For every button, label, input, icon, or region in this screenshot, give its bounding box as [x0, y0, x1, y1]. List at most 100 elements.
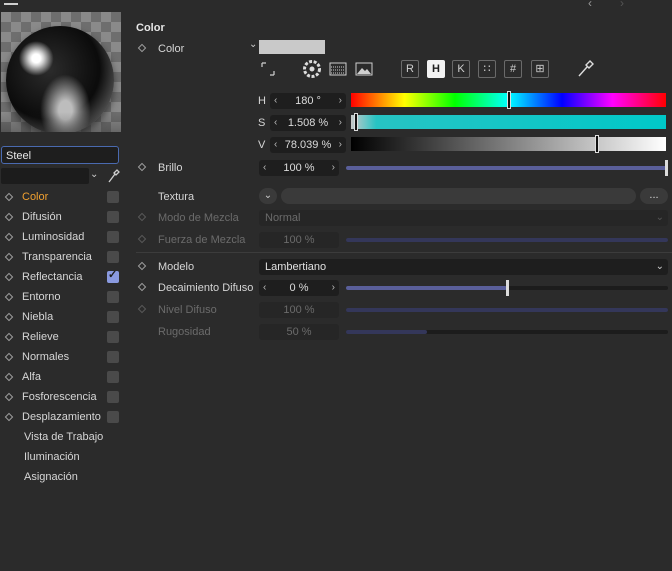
color-mode-button[interactable]: ∷ — [478, 60, 496, 78]
s-field[interactable]: ‹ 1.508 % › — [270, 115, 346, 131]
channel-label[interactable]: Relieve — [22, 327, 59, 347]
keyframe-diamond-icon[interactable] — [137, 162, 147, 172]
fuerza-mezcla-label: Fuerza de Mezcla — [158, 234, 246, 246]
channel-label[interactable]: Reflectancia — [22, 267, 83, 287]
channel-filter-dropdown[interactable] — [1, 168, 89, 184]
textura-slot[interactable] — [281, 188, 636, 204]
image-picker-icon[interactable] — [355, 60, 373, 78]
spectrum-picker-icon[interactable] — [259, 60, 277, 78]
color-expand-chevron-icon[interactable]: ⌄ — [249, 39, 257, 50]
channel-checkbox[interactable] — [107, 351, 119, 363]
eyedropper-icon[interactable] — [576, 60, 594, 78]
decaimiento-label: Decaimiento Difuso — [158, 282, 254, 294]
channel-checkbox[interactable] — [107, 191, 119, 203]
decaimiento-field[interactable]: ‹ 0 % › — [259, 280, 339, 296]
channel-label[interactable]: Entorno — [22, 287, 61, 307]
color-wheel-icon[interactable] — [303, 60, 321, 78]
chevron-down-icon[interactable]: ⌄ — [90, 169, 102, 180]
channel-item[interactable]: Desplazamiento — [4, 407, 101, 427]
channel-label[interactable]: Color — [22, 187, 48, 207]
channel-checkbox[interactable] — [107, 391, 119, 403]
value-bar-handle[interactable] — [596, 136, 598, 152]
channel-item[interactable]: Difusión — [4, 207, 62, 227]
decaimiento-slider[interactable] — [346, 280, 668, 296]
panel-tab-item[interactable]: Asignación — [24, 467, 78, 487]
textura-expand-button[interactable]: ⌄ — [259, 188, 277, 204]
channel-checkbox[interactable] — [107, 291, 119, 303]
material-name-field[interactable]: Steel — [1, 146, 119, 164]
keyframe-diamond-icon[interactable] — [137, 282, 147, 292]
spectrum-icon[interactable] — [329, 60, 347, 78]
channel-checkbox[interactable] — [107, 331, 119, 343]
material-preview[interactable] — [1, 12, 121, 132]
brillo-field[interactable]: ‹ 100 % › — [259, 160, 339, 176]
channel-label[interactable]: Niebla — [22, 307, 53, 327]
channel-checkbox[interactable] — [107, 268, 119, 283]
channel-checkbox[interactable] — [107, 251, 119, 263]
keyframe-diamond-icon[interactable] — [137, 43, 147, 53]
channel-label[interactable]: Difusión — [22, 207, 62, 227]
channel-item[interactable]: Transparencia — [4, 247, 92, 267]
keyframe-diamond-icon[interactable] — [4, 192, 14, 202]
saturation-bar-handle[interactable] — [355, 114, 357, 130]
channel-label[interactable]: Normales — [22, 347, 69, 367]
keyframe-diamond-icon[interactable] — [137, 261, 147, 271]
keyframe-diamond-icon — [137, 304, 147, 314]
panel-tab-item[interactable]: Vista de Trabajo — [24, 427, 103, 447]
textura-more-button[interactable]: ... — [640, 188, 668, 204]
keyframe-diamond-icon[interactable] — [4, 312, 14, 322]
keyframe-diamond-icon[interactable] — [4, 332, 14, 342]
color-mode-button[interactable]: # — [504, 60, 522, 78]
channel-item[interactable]: Entorno — [4, 287, 61, 307]
keyframe-diamond-icon — [137, 234, 147, 244]
channel-label[interactable]: Desplazamiento — [22, 407, 101, 427]
channel-checkbox[interactable] — [107, 211, 119, 223]
color-mode-button[interactable]: K — [452, 60, 470, 78]
channel-checkbox[interactable] — [107, 411, 119, 423]
hue-bar-handle[interactable] — [508, 92, 510, 108]
color-mode-button[interactable]: R — [401, 60, 419, 78]
h-field[interactable]: ‹ 180 ° › — [270, 93, 346, 109]
color-swatch[interactable] — [259, 40, 325, 54]
modelo-dropdown[interactable]: Lambertiano ⌄ — [259, 259, 668, 275]
channel-item[interactable]: Normales — [4, 347, 69, 367]
keyframe-diamond-icon[interactable] — [4, 252, 14, 262]
eyedropper-icon[interactable] — [106, 168, 120, 184]
channel-checkbox[interactable] — [107, 311, 119, 323]
keyframe-diamond-icon[interactable] — [4, 212, 14, 222]
keyframe-diamond-icon[interactable] — [4, 272, 14, 282]
keyframe-diamond-icon[interactable] — [4, 372, 14, 382]
keyframe-diamond-icon[interactable] — [4, 352, 14, 362]
rugosidad-label: Rugosidad — [158, 326, 211, 338]
value-bar[interactable] — [351, 136, 666, 152]
color-label: Color — [158, 43, 185, 55]
channel-item[interactable]: Color — [4, 187, 48, 207]
channel-label[interactable]: Alfa — [22, 367, 41, 387]
channel-checkbox[interactable] — [107, 371, 119, 383]
channel-item[interactable]: Luminosidad — [4, 227, 84, 247]
panel-tab-item[interactable]: Iluminación — [24, 447, 80, 467]
hue-bar[interactable] — [351, 92, 666, 108]
textura-label: Textura — [158, 191, 195, 203]
keyframe-diamond-icon[interactable] — [4, 232, 14, 242]
channel-item[interactable]: Alfa — [4, 367, 41, 387]
v-field[interactable]: ‹ 78.039 % › — [270, 137, 346, 153]
channel-label[interactable]: Transparencia — [22, 247, 92, 267]
channel-label[interactable]: Luminosidad — [22, 227, 84, 247]
forward-icon[interactable]: › — [620, 0, 624, 9]
channel-label[interactable]: Fosforescencia — [22, 387, 97, 407]
color-mode-button[interactable]: H — [427, 60, 445, 78]
brillo-slider[interactable] — [346, 160, 668, 176]
saturation-bar[interactable] — [351, 114, 666, 130]
keyframe-diamond-icon[interactable] — [4, 392, 14, 402]
back-icon[interactable]: ‹ — [588, 0, 592, 9]
menu-icon[interactable] — [4, 0, 18, 6]
keyframe-diamond-icon[interactable] — [4, 292, 14, 302]
channel-item[interactable]: Reflectancia — [4, 267, 83, 287]
channel-checkbox[interactable] — [107, 231, 119, 243]
color-mode-button[interactable]: ⊞ — [531, 60, 549, 78]
channel-item[interactable]: Fosforescencia — [4, 387, 97, 407]
keyframe-diamond-icon[interactable] — [4, 412, 14, 422]
channel-item[interactable]: Relieve — [4, 327, 59, 347]
channel-item[interactable]: Niebla — [4, 307, 53, 327]
